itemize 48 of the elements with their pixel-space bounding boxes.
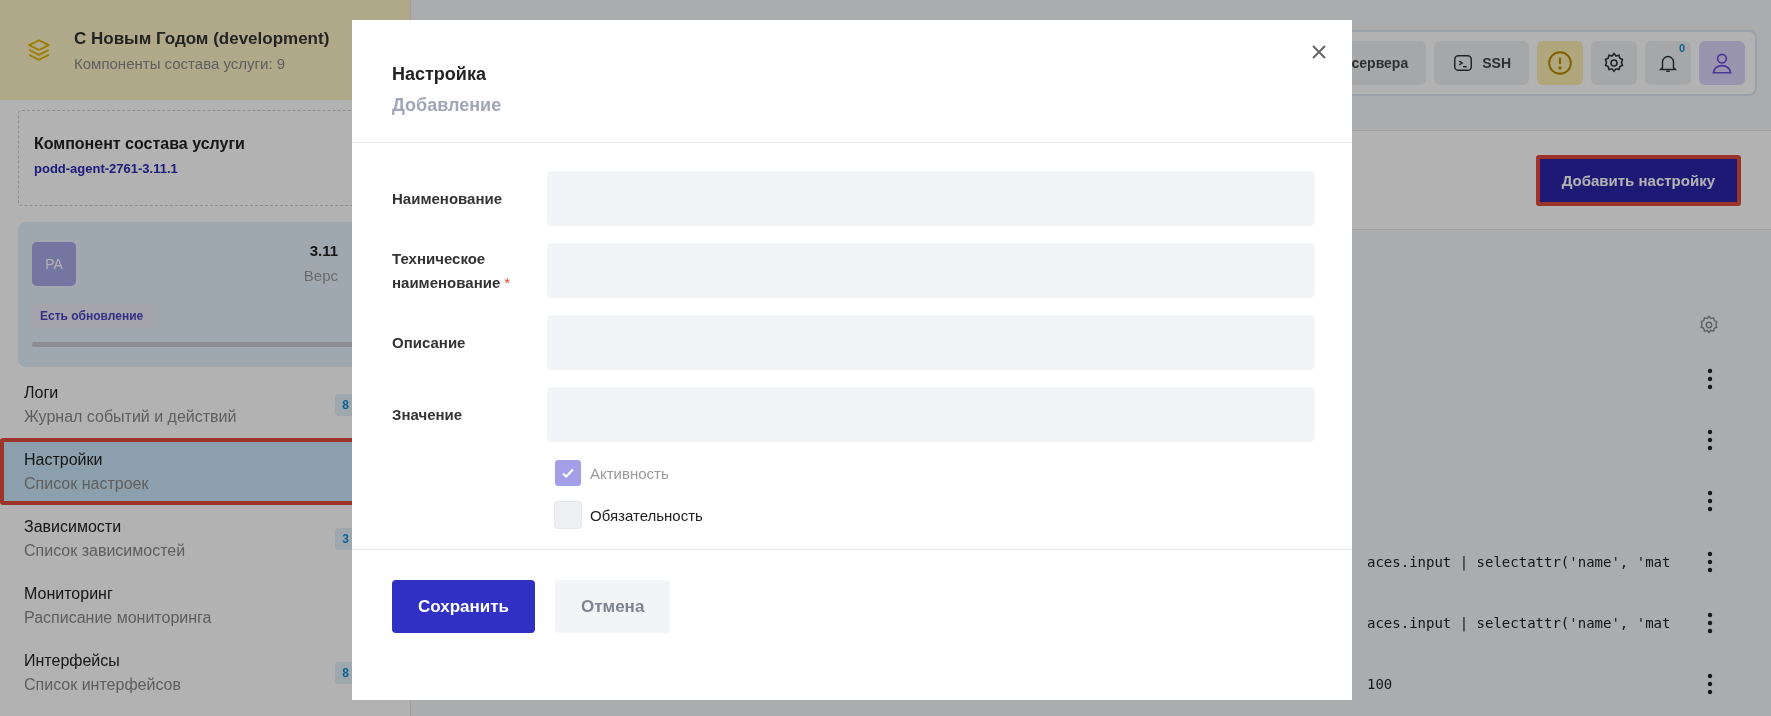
update-badge: Есть обновление (32, 304, 152, 328)
more-icon[interactable] (1707, 611, 1713, 634)
layers-icon (26, 37, 52, 63)
save-button[interactable]: Сохранить (392, 580, 536, 633)
more-icon[interactable] (1707, 489, 1713, 512)
nav-subtitle: Расписание мониторинга (24, 608, 212, 627)
nav-title: Настройки (24, 450, 104, 469)
more-icon[interactable] (1707, 672, 1713, 695)
table-cell: 100 (1367, 675, 1393, 692)
checkbox-label: Обязательность (590, 506, 703, 524)
nav-subtitle: Список зависимостей (24, 541, 186, 560)
close-icon[interactable] (1312, 45, 1326, 59)
field-label: Описание (392, 333, 466, 351)
field-label: Наименование (392, 189, 503, 207)
checkbox-label: Активность (590, 464, 669, 482)
modal-subtitle: Добавление (392, 95, 503, 116)
table-cell: aces.input | selectattr('name', 'mat (1367, 614, 1671, 631)
ssh-button[interactable]: SSH (1434, 41, 1529, 85)
field-label: Техническое наименование (392, 249, 501, 291)
more-icon[interactable] (1707, 428, 1713, 451)
settings-button[interactable] (1591, 41, 1637, 85)
version-number: 3.11 (308, 242, 338, 259)
warning-icon (1547, 50, 1573, 76)
checkbox[interactable] (554, 501, 582, 529)
alert-button[interactable] (1537, 41, 1583, 85)
settings-icon (1602, 51, 1626, 75)
nav-subtitle: Журнал событий и действий (24, 407, 237, 426)
more-icon[interactable] (1707, 367, 1713, 390)
nav-title: Зависимости (24, 517, 123, 536)
nav-title: Логи (24, 383, 60, 402)
more-icon[interactable] (1707, 550, 1713, 573)
project-subtitle: Компоненты состава услуги: 9 (74, 54, 287, 72)
nav-subtitle: Список интерфейсов (24, 675, 181, 694)
add-setting-button[interactable]: Добавить настройку (1535, 154, 1741, 206)
terminal-icon (1452, 52, 1475, 74)
nav-title: Мониторинг (24, 584, 114, 603)
project-title: С Новым Годом (development) (74, 28, 330, 49)
modal-title: Настройка (392, 64, 487, 85)
notification-count: 0 (1678, 42, 1685, 54)
required-mark: * (504, 273, 511, 291)
settings-icon[interactable] (1698, 314, 1720, 336)
version-label: Верс (303, 267, 338, 284)
table-cell: aces.input | selectattr('name', 'mat (1367, 553, 1671, 570)
avatar: PA (32, 242, 76, 286)
nav-title: Интерфейсы (24, 651, 121, 670)
field-label: Значение (392, 405, 463, 423)
user-button[interactable] (1699, 41, 1745, 85)
nav-subtitle: Список настроек (24, 474, 149, 493)
